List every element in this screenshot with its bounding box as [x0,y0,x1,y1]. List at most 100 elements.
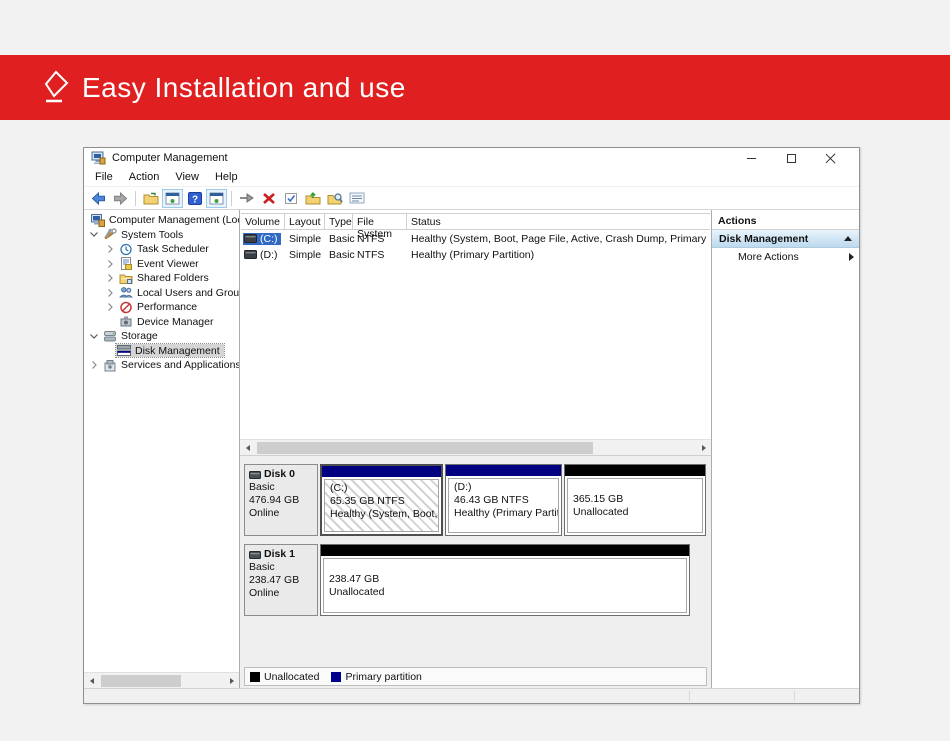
volume-disk-icon [244,250,257,259]
volume-disk-icon [244,234,257,243]
back-button[interactable] [88,189,109,208]
chevron-right-icon[interactable] [104,289,116,297]
tree-item-computer-management[interactable]: Computer Management (Local [84,213,239,228]
column-header-status[interactable]: Status [407,214,710,229]
disk-0-label-box[interactable]: Disk 0 Basic 476.94 GB Online [244,464,318,536]
menu-file[interactable]: File [87,169,121,185]
chevron-down-icon[interactable] [88,334,100,339]
tree-item-label: Event Viewer [136,258,200,270]
menu-help[interactable]: Help [207,169,246,185]
disk-name: Disk 1 [264,548,295,561]
performance-icon [119,301,133,314]
console-window-alt-button[interactable] [206,189,227,208]
tree-item-label: Disk Management [134,345,221,357]
unallocated-region-disk0[interactable]: 365.15 GB Unallocated [564,464,706,536]
tree-item-system-tools[interactable]: System Tools [84,228,239,243]
volume-status: Healthy (Primary Partition) [407,249,710,261]
app-icon [91,151,106,165]
chevron-down-icon[interactable] [88,232,100,237]
partition-c[interactable]: (C:) 65.35 GB NTFS Healthy (System, Boot… [320,464,443,536]
properties-check-button[interactable] [280,189,301,208]
console-window-button[interactable] [162,189,183,208]
tree-item-event-viewer[interactable]: Event Viewer [84,257,239,272]
shared-folders-icon [119,272,133,285]
scroll-right-arrow[interactable] [224,673,239,688]
column-header-layout[interactable]: Layout [285,214,325,229]
volume-row-c[interactable]: (C:) Simple Basic NTFS Healthy (System, … [241,231,710,246]
details-view-button[interactable] [346,189,367,208]
console-window-icon [165,192,180,205]
collapse-arrow-icon[interactable] [844,236,852,241]
chevron-right-icon[interactable] [104,274,116,282]
menu-action[interactable]: Action [121,169,168,185]
menubar: File Action View Help [84,168,859,187]
console-window-alt-icon [209,192,224,205]
tree-item-services-and-applications[interactable]: Services and Applications [84,358,239,373]
volume-file-system: NTFS [353,249,407,261]
show-console-tree-button[interactable] [140,189,161,208]
window-controls [731,149,851,167]
disk-0-row: Disk 0 Basic 476.94 GB Online (C:) 65.35… [244,464,707,536]
partition-size: 65.35 GB NTFS [330,495,433,508]
help-button[interactable]: ? [184,189,205,208]
export-list-icon [239,192,255,204]
primary-partition-swatch [331,672,341,682]
scrollbar-thumb[interactable] [257,442,593,454]
disk-name: Disk 0 [264,468,295,481]
menu-view[interactable]: View [167,169,207,185]
column-header-type[interactable]: Type [325,214,353,229]
actions-panel: Actions Disk Management More Actions [712,210,859,688]
open-folder-button[interactable] [302,189,323,208]
disk-management-panel: Volume Layout Type File System Status (C… [240,210,712,688]
delete-button[interactable] [258,189,279,208]
titlebar[interactable]: Computer Management [84,148,859,168]
forward-button[interactable] [110,189,131,208]
primary-partition-band [446,465,561,476]
tree-item-label: Services and Applications [120,359,239,371]
tree-item-local-users-and-groups[interactable]: Local Users and Groups [84,286,239,301]
disk-1-label-box[interactable]: Disk 1 Basic 238.47 GB Online [244,544,318,616]
unallocated-band [565,465,705,476]
chevron-right-icon[interactable] [104,245,116,253]
actions-group-label: Disk Management [719,233,808,245]
legend-label: Primary partition [345,671,421,683]
volume-list-horizontal-scrollbar[interactable] [240,439,711,455]
tree-item-performance[interactable]: Performance [84,300,239,315]
chevron-right-icon[interactable] [104,260,116,268]
tree-horizontal-scrollbar[interactable] [84,672,239,688]
chevron-right-icon[interactable] [104,303,116,311]
tree-item-disk-management[interactable]: Disk Management [84,344,239,359]
column-header-file-system[interactable]: File System [353,214,407,229]
find-folder-button[interactable] [324,189,345,208]
actions-group-disk-management[interactable]: Disk Management [712,230,859,248]
scrollbar-thumb[interactable] [101,675,181,687]
disk-icon [249,471,261,479]
partition-status: Unallocated [329,586,681,599]
scroll-left-arrow[interactable] [84,673,99,688]
chevron-right-icon[interactable] [88,361,100,369]
close-button[interactable] [811,149,851,167]
scroll-right-arrow[interactable] [696,440,711,455]
tree-item-storage[interactable]: Storage [84,329,239,344]
disk-kind: Basic [249,481,313,494]
volume-layout: Simple [285,233,325,245]
legend-bar: Unallocated Primary partition [244,667,707,686]
volume-status: Healthy (System, Boot, Page File, Active… [407,233,710,245]
partition-label: (D:) [454,481,553,494]
partition-d[interactable]: (D:) 46.43 GB NTFS Healthy (Primary Part… [445,464,562,536]
tree-item-shared-folders[interactable]: Shared Folders [84,271,239,286]
minimize-button[interactable] [731,149,771,167]
column-header-volume[interactable]: Volume [241,214,285,229]
more-actions-item[interactable]: More Actions [712,248,859,266]
computer-icon [91,214,105,227]
tree-item-device-manager[interactable]: Device Manager [84,315,239,330]
volume-row-d[interactable]: (D:) Simple Basic NTFS Healthy (Primary … [241,247,710,262]
export-list-button[interactable] [236,189,257,208]
scroll-left-arrow[interactable] [240,440,255,455]
legend-label: Unallocated [264,671,319,683]
status-bar [84,688,859,703]
unallocated-region-disk1[interactable]: 238.47 GB Unallocated [320,544,690,616]
find-folder-icon [327,192,343,205]
maximize-button[interactable] [771,149,811,167]
tree-item-task-scheduler[interactable]: Task Scheduler [84,242,239,257]
